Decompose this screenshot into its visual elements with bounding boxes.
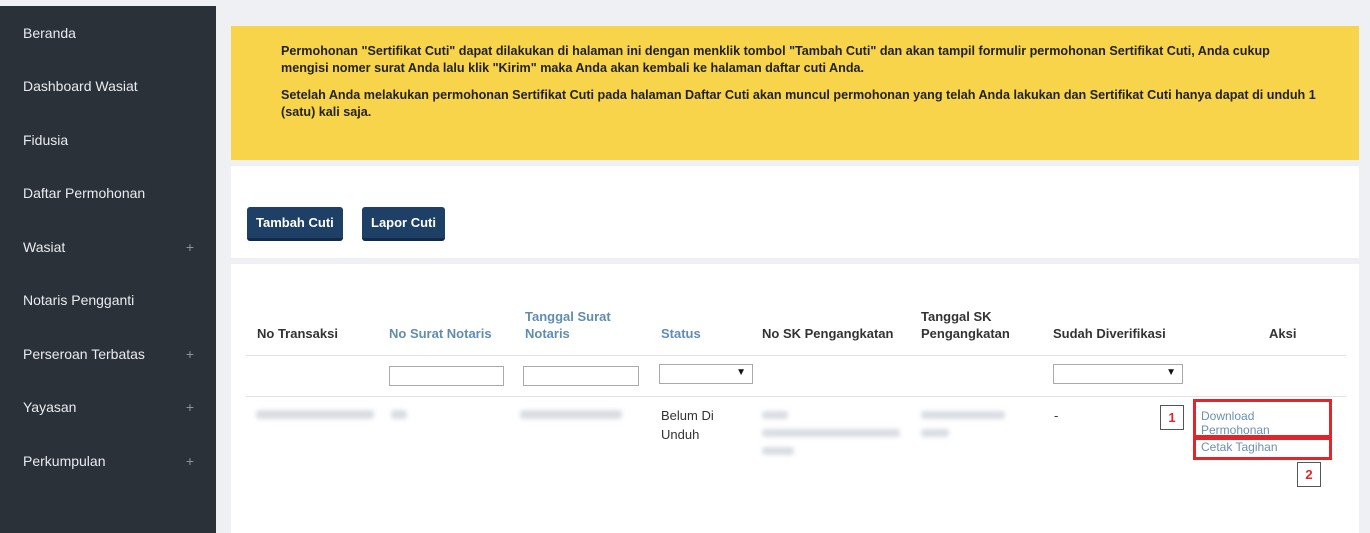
sidebar-item-label: Wasiat xyxy=(23,238,66,255)
tambah-cuti-button[interactable]: Tambah Cuti xyxy=(247,207,343,241)
notice-paragraph-1: Permohonan "Sertifikat Cuti" dapat dilak… xyxy=(281,44,1270,75)
header-divider xyxy=(246,355,1346,356)
chevron-down-icon: ▼ xyxy=(736,367,746,378)
no-surat-filter-input[interactable] xyxy=(389,366,504,386)
sidebar-item-label: Fidusia xyxy=(23,131,69,148)
sidebar: Beranda Dashboard Wasiat Fidusia Daftar … xyxy=(0,6,216,533)
annotation-marker-1: 1 xyxy=(1160,405,1184,430)
action-panel: Tambah Cuti Lapor Cuti xyxy=(231,166,1359,258)
diverifikasi-filter-select[interactable]: ▼ xyxy=(1053,364,1183,384)
sidebar-item-daftar-permohonan[interactable]: Daftar Permohonan xyxy=(0,167,216,221)
filter-divider xyxy=(246,396,1346,397)
lapor-cuti-button[interactable]: Lapor Cuti xyxy=(362,207,445,241)
header-no-sk-pengangkatan: No SK Pengangkatan xyxy=(762,326,894,341)
sidebar-item-fidusia[interactable]: Fidusia xyxy=(0,113,216,167)
tanggal-surat-blurred xyxy=(520,410,622,419)
header-sudah-diverifikasi: Sudah Diverifikasi xyxy=(1053,326,1166,341)
notice-paragraph-2: Setelah Anda melakukan permohonan Sertif… xyxy=(281,88,1316,119)
sidebar-item-label: Notaris Pengganti xyxy=(23,292,135,309)
highlight-box-cetak xyxy=(1193,435,1332,460)
expand-plus-icon: + xyxy=(185,345,194,362)
header-no-surat-notaris[interactable]: No Surat Notaris xyxy=(389,325,492,342)
sidebar-item-yayasan[interactable]: Yayasan + xyxy=(0,381,216,435)
header-no-transaksi: No Transaksi xyxy=(257,326,338,341)
sidebar-item-perseroan-terbatas[interactable]: Perseroan Terbatas + xyxy=(0,327,216,381)
sidebar-item-label: Dashboard Wasiat xyxy=(23,78,138,95)
header-tanggal-sk-pengangkatan: Tanggal SK Pengangkatan xyxy=(921,309,1010,341)
expand-plus-icon: + xyxy=(185,399,194,416)
no-transaksi-blurred xyxy=(256,410,374,419)
info-notice: Permohonan "Sertifikat Cuti" dapat dilak… xyxy=(231,26,1359,160)
header-status[interactable]: Status xyxy=(661,325,701,342)
no-sk-blurred-3 xyxy=(762,447,794,455)
sidebar-item-label: Perseroan Terbatas xyxy=(23,345,145,362)
sidebar-item-perkumpulan[interactable]: Perkumpulan + xyxy=(0,434,216,488)
diverifikasi-cell: - xyxy=(1054,408,1059,423)
sidebar-item-label: Perkumpulan xyxy=(23,452,106,469)
no-sk-blurred-2 xyxy=(762,429,900,437)
tanggal-surat-filter-input[interactable] xyxy=(523,366,639,386)
sidebar-item-wasiat[interactable]: Wasiat + xyxy=(0,220,216,274)
sidebar-item-label: Daftar Permohonan xyxy=(23,185,146,202)
no-sk-blurred-1 xyxy=(762,411,788,419)
no-surat-blurred xyxy=(391,410,407,419)
status-filter-select[interactable]: ▼ xyxy=(659,364,753,384)
sidebar-item-notaris-pengganti[interactable]: Notaris Pengganti xyxy=(0,274,216,328)
sidebar-item-beranda[interactable]: Beranda xyxy=(0,6,216,60)
highlight-box-download xyxy=(1193,399,1332,440)
status-cell: Belum Di Unduh xyxy=(661,408,714,442)
sidebar-item-label: Beranda xyxy=(23,24,76,41)
tanggal-sk-blurred-2 xyxy=(921,429,949,437)
expand-plus-icon: + xyxy=(185,452,194,469)
header-tanggal-surat-notaris[interactable]: Tanggal Surat Notaris xyxy=(525,308,635,342)
tanggal-sk-blurred-1 xyxy=(921,411,1005,419)
expand-plus-icon: + xyxy=(185,238,194,255)
main-content: Permohonan "Sertifikat Cuti" dapat dilak… xyxy=(231,6,1359,533)
sidebar-item-dashboard-wasiat[interactable]: Dashboard Wasiat xyxy=(0,60,216,114)
annotation-marker-2: 2 xyxy=(1297,462,1321,487)
chevron-down-icon: ▼ xyxy=(1166,367,1176,378)
header-aksi: Aksi xyxy=(1269,326,1297,341)
cuti-table: No Transaksi No Surat Notaris Tanggal Su… xyxy=(231,264,1359,533)
sidebar-item-label: Yayasan xyxy=(23,399,77,416)
